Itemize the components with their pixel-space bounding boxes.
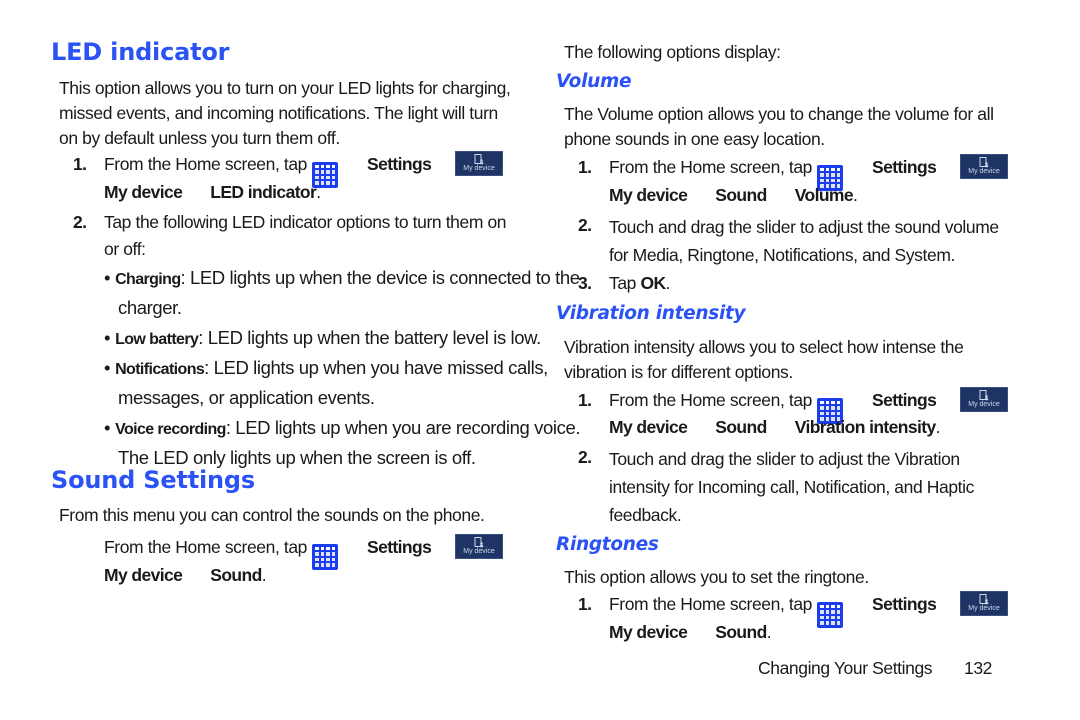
vibration-step-1-text: From the Home screen, tap [609, 390, 812, 410]
volume-step-1-text: From the Home screen, tap [609, 157, 812, 177]
my-device-icon: My device [960, 154, 1008, 179]
step-number: 2. [578, 447, 592, 467]
my-device-icon: My device [455, 534, 503, 559]
volume-heading: Volume [556, 71, 632, 92]
my-device-icon: My device [455, 151, 503, 176]
vibration-intro: Vibration intensity allows you to select… [564, 337, 964, 382]
settings-label: Settings [872, 157, 937, 177]
volume-intro: The Volume option allows you to change t… [564, 104, 994, 149]
led-intro: This option allows you to turn on your L… [59, 76, 511, 151]
volume-step-2-text: Touch and drag the slider to adjust the … [609, 217, 999, 265]
led-intro-line: on by default unless you turn them off. [59, 128, 340, 148]
apps-grid-icon [817, 589, 843, 628]
led-options-list: • Charging: LED lights up when the device… [104, 264, 580, 472]
step-text: From the Home screen, tap [104, 154, 307, 174]
my-device-icon: My device [960, 387, 1008, 412]
path-led-indicator: LED indicator [210, 182, 317, 202]
options-intro: The following options display: [564, 42, 781, 62]
step-number: 1. [578, 157, 592, 177]
list-item-notifications: • Notifications: LED lights up when you h… [104, 357, 548, 378]
led-intro-line: missed events, and incoming notification… [59, 103, 498, 123]
ringtones-step-1-text: From the Home screen, tap [609, 594, 812, 614]
step-number: 2. [73, 212, 87, 232]
volume-path: My device Sound Volume. [609, 185, 858, 205]
step-number: 3. [578, 273, 592, 293]
settings-label: Settings [872, 594, 937, 614]
footer-chapter: Changing Your Settings [758, 658, 933, 678]
led-intro-line: This option allows you to turn on your L… [59, 78, 511, 98]
list-item-voice-recording: • Voice recording: LED lights up when you… [104, 417, 581, 438]
led-step-1: 1. [73, 152, 87, 177]
page-number: 132 [964, 658, 992, 678]
settings-label: Settings [872, 390, 937, 410]
path-sound: Sound [210, 565, 262, 585]
sound-path: My device Sound. [104, 565, 267, 585]
list-item-charging: • Charging: LED lights up when the device… [104, 267, 580, 288]
settings-label: Settings [367, 537, 432, 557]
apps-grid-icon [312, 531, 338, 570]
sound-step-text: From the Home screen, tap [104, 537, 307, 557]
step-number: 1. [578, 390, 592, 410]
led-path: My device LED indicator. [104, 182, 321, 202]
ringtones-path: My device Sound. [609, 622, 772, 642]
led-indicator-heading: LED indicator [51, 38, 230, 66]
settings-label: Settings [367, 154, 432, 174]
ringtones-intro: This option allows you to set the ringto… [564, 567, 869, 587]
step-number: 1. [73, 154, 87, 174]
path-my-device: My device [104, 565, 183, 585]
vibration-path: My device Sound Vibration intensity. [609, 417, 941, 437]
ringtones-heading: Ringtones [556, 534, 659, 555]
vibration-heading: Vibration intensity [556, 303, 746, 324]
volume-step-3-text: Tap OK. [609, 273, 671, 293]
path-my-device: My device [104, 182, 183, 202]
sound-settings-heading: Sound Settings [51, 466, 255, 494]
sound-intro: From this menu you can control the sound… [59, 505, 485, 525]
my-device-icon: My device [960, 591, 1008, 616]
led-step-1-text: From the Home screen, tap [104, 152, 307, 177]
step-number: 1. [578, 594, 592, 614]
led-step-2-text: Tap the following LED indicator options … [104, 212, 507, 259]
vibration-step-2-text: Touch and drag the slider to adjust the … [609, 449, 974, 525]
step-number: 2. [578, 215, 592, 235]
list-item-low-battery: • Low battery: LED lights up when the bat… [104, 327, 541, 348]
